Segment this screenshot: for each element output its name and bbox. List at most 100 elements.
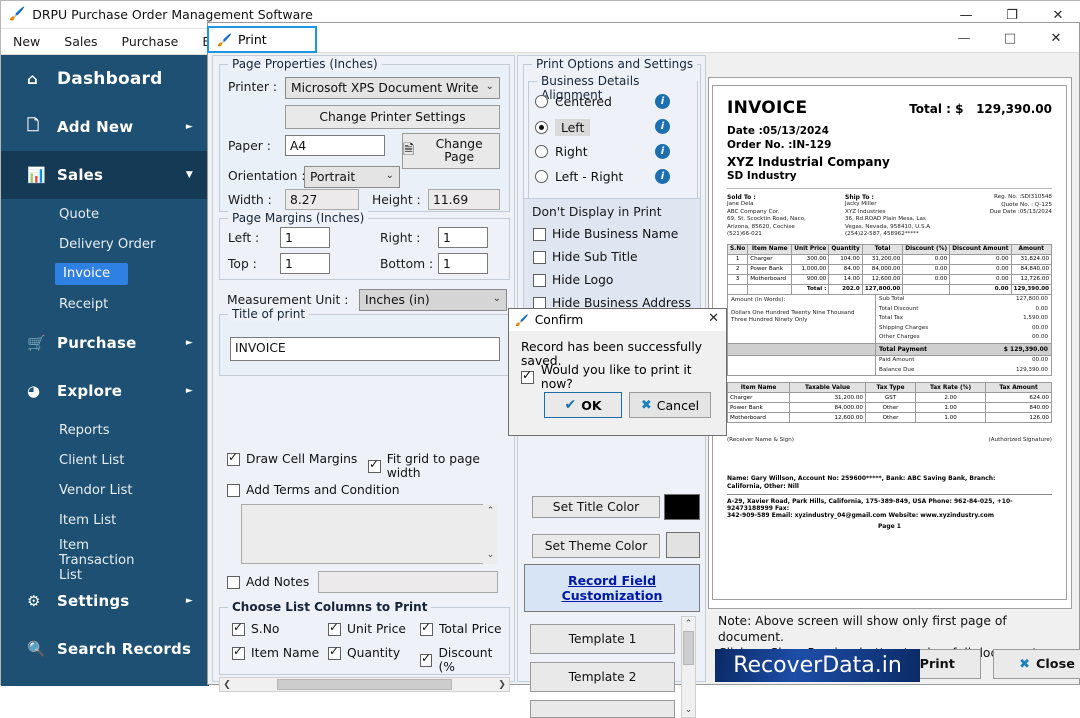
column-checkbox-discount[interactable]: Discount (% [420,646,509,674]
print-maximize-button[interactable]: □ [987,23,1033,53]
preview-note-line-1: Note: Above screen will show only first … [718,614,1007,644]
column-checkbox-sno[interactable]: S.No [232,620,279,636]
record-field-customization-button[interactable]: Record Field Customization [524,564,700,612]
template-1-button[interactable]: Template 1 [530,624,675,654]
amount-in-words-value: Dollars One Hundred Twenty Nine Thousand… [731,309,855,324]
print-options-legend: Print Options and Settings [532,57,698,71]
footer-line-1: A-29, Xavier Road, Park Hills, Californi… [727,497,1013,512]
orientation-select[interactable]: Portrait ⌄ [304,166,400,188]
app-icon: 🖌️ [9,7,26,22]
column-checkbox-unit-price[interactable]: Unit Price [328,620,406,636]
alignment-radio-right[interactable]: Right [535,144,588,159]
cell-amount: 12,726.00 [1010,273,1053,285]
change-page-button[interactable]: 🗎 Change Page [402,133,500,169]
template-3-button[interactable] [530,700,675,718]
sidebar-item-dashboard[interactable]: ⌂ Dashboard [1,55,209,103]
info-icon-right[interactable]: i [655,144,670,159]
terms-scrollbar[interactable]: ⌃ ⌄ [483,504,498,564]
printer-select[interactable]: Microsoft XPS Document Write ⌄ [285,77,500,99]
balance-due-label: Balance Due [879,366,915,373]
summary-label-total-discount: Total Discount [879,305,919,312]
dont-display-group: Don't Display in Print Hide Business Nam… [523,198,701,316]
sidebar-item-quote[interactable]: Quote [1,199,209,229]
template-2-button[interactable]: Template 2 [530,662,675,692]
home-icon: ⌂ [27,70,38,88]
set-theme-color-button[interactable]: Set Theme Color [532,534,660,558]
title-of-print-input[interactable]: INVOICE [230,337,500,361]
summary-value-total-discount: 0.00 [1035,305,1048,312]
ship-to-block: Ship To : Jacky Miller XYZ Industries 36… [845,194,963,239]
notes-input[interactable] [318,571,498,593]
sidebar-item-search-records[interactable]: 🔍 Search Records [1,625,209,673]
sidebar-item-item-list[interactable]: Item List [1,505,209,535]
margin-right-input[interactable]: 1 [438,227,488,248]
column-checkbox-item-name[interactable]: Item Name [232,644,319,660]
alignment-label-left-right: Left - Right [555,169,624,184]
sidebar-item-settings[interactable]: ⚙ Settings ► [1,577,209,625]
sidebar-item-invoice[interactable]: Invoice [1,259,209,289]
hide-logo-checkbox[interactable]: Hide Logo [533,273,613,287]
alignment-radio-centered[interactable]: Centered [535,94,612,109]
cell-tax-type: Other [864,402,917,414]
hide-business-name-checkbox[interactable]: Hide Business Name [533,227,678,241]
print-close-button[interactable]: ✕ [1033,23,1079,53]
column-checkbox-total-price[interactable]: Total Price [420,620,502,636]
scroll-down-icon[interactable]: ⌄ [483,548,498,562]
change-printer-settings-button[interactable]: Change Printer Settings [285,105,500,129]
close-preview-button[interactable]: ✖ Close [993,649,1080,679]
sidebar-item-client-list[interactable]: Client List [1,445,209,475]
confirm-ok-button[interactable]: ✔ OK [544,392,622,418]
fit-grid-checkbox[interactable]: Fit grid to page width [368,452,514,480]
invoice-subtitle: SD Industry [727,170,797,182]
cell-tax-rate: 1.00 [915,412,987,424]
add-notes-checkbox[interactable]: Add Notes [227,575,309,589]
scroll-down-icon[interactable]: ⌄ [682,703,695,717]
th-tax-item-name: Item Name [726,382,791,394]
sidebar-item-explore[interactable]: ◕ Explore ► [1,367,209,415]
menu-item-new[interactable]: New [1,31,52,52]
sidebar-item-item-transaction-list[interactable]: Item Transaction List [1,535,209,583]
hide-sub-title-checkbox[interactable]: Hide Sub Title [533,250,638,264]
add-terms-checkbox[interactable]: Add Terms and Condition [227,483,400,497]
info-icon-left[interactable]: i [655,119,670,134]
scroll-up-icon[interactable]: ⌃ [682,617,695,631]
confirm-cancel-button[interactable]: ✖ Cancel [629,392,711,418]
confirm-print-checkbox[interactable]: Would you like to print it now? [521,363,726,391]
set-title-color-button[interactable]: Set Title Color [532,496,660,518]
print-tab[interactable]: 🖌️ Print [207,26,317,53]
paper-input[interactable]: A4 [285,135,385,156]
measurement-unit-select[interactable]: Inches (in) ⌄ [359,289,507,311]
theme-color-swatch[interactable] [666,532,700,558]
sidebar-item-purchase[interactable]: 🛒 Purchase ► [1,319,209,367]
menu-item-purchase[interactable]: Purchase [110,31,191,52]
info-icon-centered[interactable]: i [655,94,670,109]
menu-item-sales[interactable]: Sales [52,31,109,52]
sidebar-item-add-new[interactable]: 🗋 Add New ► [1,103,209,151]
alignment-radio-left[interactable]: Left [535,119,591,136]
terms-textarea[interactable] [241,504,498,564]
sidebar-item-delivery-order[interactable]: Delivery Order [1,229,209,259]
margin-left-input[interactable]: 1 [280,227,330,248]
templates-scrollbar[interactable]: ⌃ ⌄ [681,616,696,718]
invoice-total-value: 129,390.00 [976,102,1052,116]
cell-unit-price: 1,000.00 [791,263,830,275]
margin-top-input[interactable]: 1 [280,253,330,274]
page-margins-legend: Page Margins (Inches) [228,211,369,225]
sidebar-item-reports[interactable]: Reports [1,415,209,445]
scrollbar-thumb[interactable] [683,631,694,665]
sidebar-item-sales[interactable]: 📊 Sales ▼ [1,151,209,199]
width-input[interactable]: 8.27 [285,189,359,210]
title-color-swatch[interactable] [664,494,700,520]
height-input[interactable]: 11.69 [428,189,500,210]
print-minimize-button[interactable]: — [941,23,987,53]
sidebar-item-receipt[interactable]: Receipt [1,289,209,319]
invoice-total-header: Total : $ 129,390.00 [909,102,1052,116]
info-icon-left-right[interactable]: i [655,169,670,184]
margin-bottom-input[interactable]: 1 [438,253,488,274]
scroll-up-icon[interactable]: ⌃ [483,504,498,518]
column-checkbox-quantity[interactable]: Quantity [328,644,400,660]
alignment-radio-left-right[interactable]: Left - Right [535,169,623,184]
sidebar-item-vendor-list[interactable]: Vendor List [1,475,209,505]
draw-cell-margins-checkbox[interactable]: Draw Cell Margins [227,450,357,466]
confirm-close-icon[interactable]: ✕ [708,311,719,326]
